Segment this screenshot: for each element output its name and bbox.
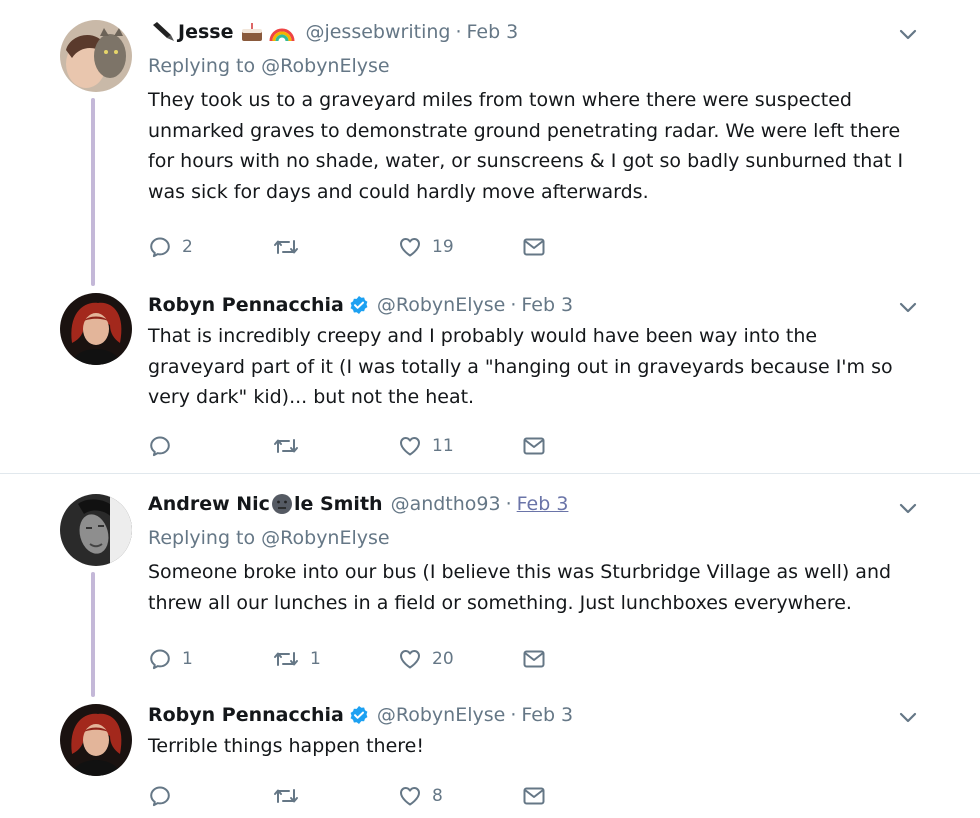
reply-button[interactable] [148, 432, 182, 460]
reply-count: 1 [182, 649, 193, 669]
like-button[interactable]: 19 [398, 233, 454, 261]
author-name[interactable]: Jesse [178, 21, 233, 43]
retweet-icon [272, 647, 300, 671]
author-handle[interactable]: @RobynElyse [377, 294, 505, 316]
retweet-button[interactable]: 1 [272, 645, 321, 673]
like-icon [398, 235, 422, 259]
tweet-andrew[interactable]: Andrew Nic le Smith @andtho93 · Feb 3 Re… [0, 474, 980, 697]
author-handle[interactable]: @RobynElyse [377, 704, 505, 726]
author-name[interactable]: Robyn Pennacchia [148, 294, 344, 316]
separator-dot: · [455, 21, 462, 43]
like-button[interactable]: 8 [398, 782, 443, 810]
thread-line [91, 98, 95, 286]
chevron-down-icon[interactable] [898, 707, 918, 727]
tweet-actions: 2 19 [148, 233, 568, 261]
author-handle[interactable]: @jessebwriting [305, 21, 450, 43]
retweet-button[interactable] [272, 782, 310, 810]
author-name[interactable]: Robyn Pennacchia [148, 704, 344, 726]
retweet-count: 1 [310, 649, 321, 669]
tweet-header: Jesse @jessebwriting · Feb 3 [148, 18, 918, 46]
message-icon [522, 235, 546, 259]
replying-prefix: Replying to [148, 527, 262, 549]
message-button[interactable] [522, 233, 546, 261]
message-button[interactable] [522, 782, 546, 810]
tweet-actions: 1 1 20 [148, 645, 568, 673]
tweet-text: Terrible things happen there! [148, 735, 424, 757]
tweet-text: That is incredibly creepy and I probably… [148, 325, 893, 408]
like-icon [398, 784, 422, 808]
reply-button[interactable] [148, 782, 182, 810]
avatar-robyn[interactable] [60, 293, 132, 365]
avatar-robyn[interactable] [60, 704, 132, 776]
reply-button[interactable]: 2 [148, 233, 193, 261]
like-icon [398, 434, 422, 458]
author-name-part2[interactable]: le Smith [294, 493, 383, 515]
tweet-jesse[interactable]: Jesse @jessebwriting · Feb 3 Replying to… [0, 0, 980, 286]
reply-count: 2 [182, 237, 193, 257]
conversation-thread: Jesse @jessebwriting · Feb 3 Replying to… [0, 0, 980, 818]
like-count: 11 [432, 436, 454, 456]
tweet-text: Someone broke into our bus (I believe th… [148, 561, 892, 614]
pen-emoji [150, 21, 176, 43]
tweet-robyn-2[interactable]: Robyn Pennacchia @RobynElyse · Feb 3 Ter… [0, 687, 980, 818]
replying-prefix: Replying to [148, 55, 262, 77]
reply-button[interactable]: 1 [148, 645, 193, 673]
tweet-timestamp[interactable]: Feb 3 [467, 21, 519, 43]
retweet-button[interactable] [272, 432, 310, 460]
like-count: 8 [432, 786, 443, 806]
message-icon [522, 647, 546, 671]
verified-badge [349, 295, 369, 315]
reply-icon [148, 235, 172, 259]
message-button[interactable] [522, 432, 546, 460]
separator-dot: · [505, 493, 512, 515]
tweet-timestamp[interactable]: Feb 3 [521, 704, 573, 726]
avatar-jesse[interactable] [60, 20, 132, 92]
thread-line [91, 572, 95, 697]
neutral-face-emoji [271, 493, 293, 515]
retweet-icon [272, 434, 300, 458]
author-handle[interactable]: @andtho93 [391, 493, 501, 515]
tweet-actions: 11 [148, 432, 568, 460]
separator-dot: · [510, 294, 517, 316]
retweet-button[interactable] [272, 233, 310, 261]
chevron-down-icon[interactable] [898, 297, 918, 317]
tweet-robyn-1[interactable]: Robyn Pennacchia @RobynElyse · Feb 3 Tha… [0, 275, 980, 473]
retweet-icon [272, 784, 300, 808]
like-icon [398, 647, 422, 671]
message-button[interactable] [522, 645, 546, 673]
tweet-header: Robyn Pennacchia @RobynElyse · Feb 3 [148, 701, 918, 729]
tweet-timestamp[interactable]: Feb 3 [517, 493, 569, 515]
tweet-header: Andrew Nic le Smith @andtho93 · Feb 3 [148, 490, 918, 518]
reply-icon [148, 434, 172, 458]
tweet-header: Robyn Pennacchia @RobynElyse · Feb 3 [148, 291, 918, 319]
separator-dot: · [510, 704, 517, 726]
verified-badge [349, 705, 369, 725]
tweet-actions: 8 [148, 782, 568, 810]
author-name-part1[interactable]: Andrew Nic [148, 493, 270, 515]
avatar-andrew[interactable] [60, 494, 132, 566]
replying-to: Replying to @RobynElyse [148, 54, 918, 78]
like-count: 19 [432, 237, 454, 257]
tweet-timestamp[interactable]: Feb 3 [521, 294, 573, 316]
chevron-down-icon[interactable] [898, 24, 918, 44]
rainbow-emoji [269, 21, 295, 43]
like-count: 20 [432, 649, 454, 669]
message-icon [522, 784, 546, 808]
mention-link[interactable]: @RobynElyse [261, 55, 389, 77]
like-button[interactable]: 20 [398, 645, 454, 673]
replying-to: Replying to @RobynElyse [148, 526, 918, 550]
reply-icon [148, 784, 172, 808]
tweet-text: They took us to a graveyard miles from t… [148, 89, 904, 203]
like-button[interactable]: 11 [398, 432, 454, 460]
cake-emoji [239, 21, 265, 43]
message-icon [522, 434, 546, 458]
mention-link[interactable]: @RobynElyse [261, 527, 389, 549]
chevron-down-icon[interactable] [898, 498, 918, 518]
retweet-icon [272, 235, 300, 259]
reply-icon [148, 647, 172, 671]
